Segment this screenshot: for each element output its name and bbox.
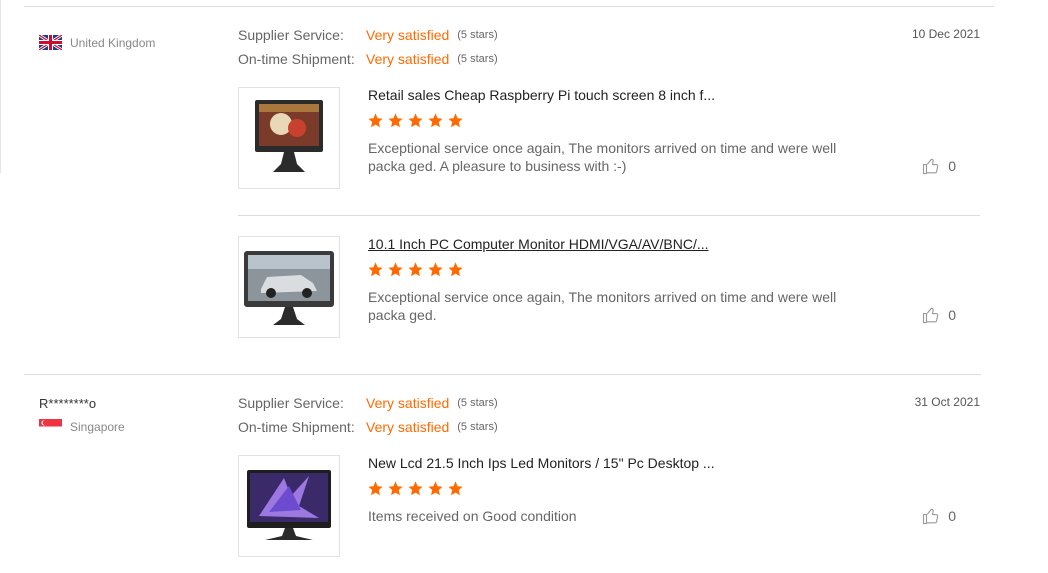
like-count: 0 bbox=[948, 307, 956, 323]
review-comment: Items received on Good condition bbox=[368, 508, 577, 524]
product-rating-stars bbox=[367, 480, 464, 497]
supplier-service-rating: Supplier Service: Very satisfied (5 star… bbox=[238, 395, 498, 411]
left-border bbox=[0, 0, 1, 173]
rating-label: On-time Shipment: bbox=[238, 419, 355, 435]
star-icon bbox=[407, 261, 424, 278]
star-icon bbox=[387, 112, 404, 129]
review-item: 10.1 Inch PC Computer Monitor HDMI/VGA/A… bbox=[238, 236, 980, 338]
on-time-shipment-rating: On-time Shipment: Very satisfied (5 star… bbox=[238, 51, 498, 67]
like-button[interactable]: 0 bbox=[922, 157, 956, 175]
monitor-food-thumbnail-icon bbox=[255, 100, 323, 172]
star-icon bbox=[427, 112, 444, 129]
star-icon bbox=[407, 112, 424, 129]
on-time-shipment-rating: On-time Shipment: Very satisfied (5 star… bbox=[238, 419, 498, 435]
like-button[interactable]: 0 bbox=[922, 306, 956, 324]
rating-value: Very satisfied bbox=[366, 419, 450, 435]
star-icon bbox=[387, 261, 404, 278]
product-rating-stars bbox=[367, 261, 464, 278]
rating-stars-text: (5 stars) bbox=[457, 53, 498, 65]
like-count: 0 bbox=[948, 158, 956, 174]
star-icon bbox=[387, 480, 404, 497]
singapore-flag-icon bbox=[39, 419, 62, 434]
uk-flag-icon bbox=[39, 35, 62, 50]
rating-stars-text: (5 stars) bbox=[457, 29, 498, 41]
star-icon bbox=[447, 112, 464, 129]
review: United Kingdom Supplier Service: Very sa… bbox=[24, 0, 994, 375]
country-name: Singapore bbox=[70, 419, 125, 434]
review-date: 10 Dec 2021 bbox=[911, 27, 980, 41]
review-comment: Exceptional service once again, The moni… bbox=[368, 140, 837, 174]
product-rating-stars bbox=[367, 112, 464, 129]
star-icon bbox=[367, 112, 384, 129]
rating-label: Supplier Service: bbox=[238, 395, 344, 411]
product-title-link[interactable]: 10.1 Inch PC Computer Monitor HDMI/VGA/A… bbox=[368, 236, 709, 252]
rating-stars-text: (5 stars) bbox=[457, 397, 498, 409]
reviewer-country: United Kingdom bbox=[39, 35, 155, 50]
review-date: 31 Oct 2021 bbox=[914, 395, 980, 409]
review-item: Retail sales Cheap Raspberry Pi touch sc… bbox=[238, 87, 980, 189]
like-button[interactable]: 0 bbox=[922, 507, 956, 525]
product-thumbnail[interactable] bbox=[238, 236, 340, 338]
star-icon bbox=[427, 480, 444, 497]
product-title-link[interactable]: New Lcd 21.5 Inch Ips Led Monitors / 15"… bbox=[368, 455, 715, 471]
rating-stars-text: (5 stars) bbox=[457, 421, 498, 433]
star-icon bbox=[367, 480, 384, 497]
monitor-purple-thumbnail-icon bbox=[247, 470, 331, 540]
thumbs-up-icon bbox=[923, 307, 939, 324]
star-icon bbox=[427, 261, 444, 278]
star-icon bbox=[447, 480, 464, 497]
star-icon bbox=[447, 261, 464, 278]
star-icon bbox=[367, 261, 384, 278]
reviewer-name: R********o bbox=[39, 396, 97, 411]
star-icon bbox=[407, 480, 424, 497]
thumbs-up-icon bbox=[923, 158, 939, 175]
monitor-car-thumbnail-icon bbox=[244, 251, 334, 325]
like-count: 0 bbox=[948, 508, 956, 524]
product-title-link[interactable]: Retail sales Cheap Raspberry Pi touch sc… bbox=[368, 87, 715, 103]
rating-value: Very satisfied bbox=[366, 51, 450, 67]
rating-label: Supplier Service: bbox=[238, 27, 344, 43]
thumbs-up-icon bbox=[923, 508, 939, 525]
rating-value: Very satisfied bbox=[366, 395, 450, 411]
product-thumbnail[interactable] bbox=[238, 455, 340, 557]
country-name: United Kingdom bbox=[70, 35, 156, 50]
rating-value: Very satisfied bbox=[366, 27, 450, 43]
product-thumbnail[interactable] bbox=[238, 87, 340, 189]
review-comment: Exceptional service once again, The moni… bbox=[368, 289, 837, 323]
review-item: New Lcd 21.5 Inch Ips Led Monitors / 15"… bbox=[238, 455, 980, 557]
item-divider bbox=[238, 215, 980, 216]
review: R********o Singapore Supplier Service: V… bbox=[24, 375, 994, 573]
reviewer-country: Singapore bbox=[39, 419, 125, 434]
supplier-service-rating: Supplier Service: Very satisfied (5 star… bbox=[238, 27, 498, 43]
rating-label: On-time Shipment: bbox=[238, 51, 355, 67]
